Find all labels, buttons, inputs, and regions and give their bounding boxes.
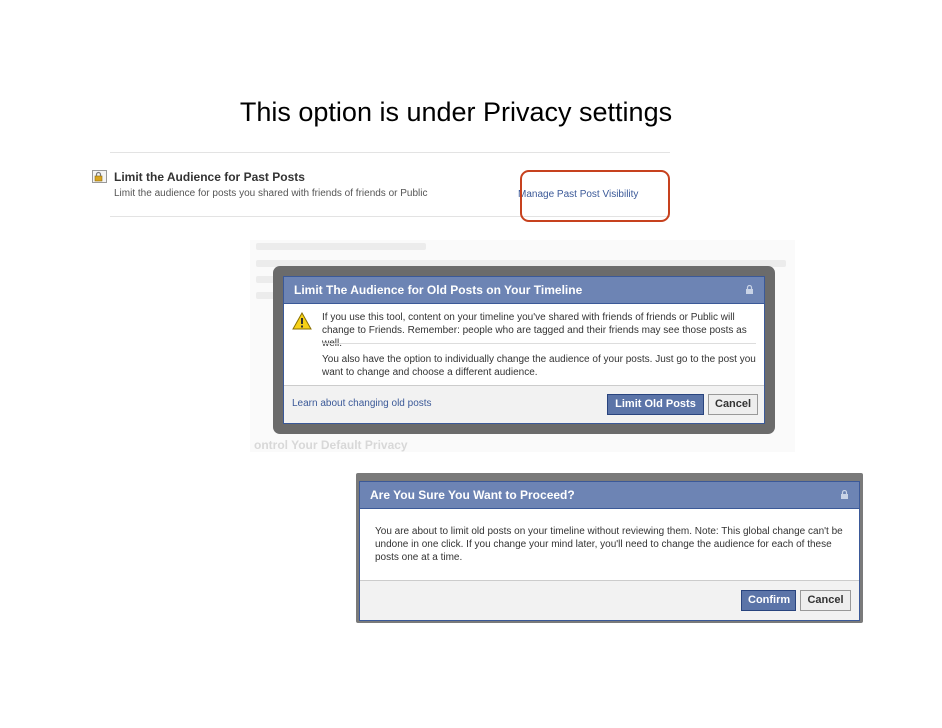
highlight-annotation xyxy=(520,170,670,222)
dialog-footer: Confirm Cancel xyxy=(360,580,859,620)
warning-icon xyxy=(292,312,312,330)
cancel-button[interactable]: Cancel xyxy=(708,394,758,415)
text-line: If you use this tool, content on your ti… xyxy=(322,312,735,323)
faded-section-heading: ontrol Your Default Privacy xyxy=(254,438,408,452)
text-line: You also have the option to individually… xyxy=(322,354,756,365)
confirm-dialog: Are You Sure You Want to Proceed? You ar… xyxy=(359,481,860,621)
lock-icon xyxy=(92,170,107,183)
lock-icon xyxy=(841,490,848,499)
confirm-button[interactable]: Confirm xyxy=(741,590,796,611)
row-subtitle: Limit the audience for posts you shared … xyxy=(114,188,428,199)
text-line: want to change and choose a different au… xyxy=(322,367,538,378)
divider xyxy=(110,152,670,153)
dialog-footer: Learn about changing old posts Limit Old… xyxy=(284,385,764,423)
slide-title: This option is under Privacy settings xyxy=(239,97,673,127)
confirm-text: You are about to limit old posts on your… xyxy=(375,525,855,564)
lock-icon xyxy=(746,285,753,294)
dialog-header: Are You Sure You Want to Proceed? xyxy=(360,482,859,509)
dialog-title: Limit The Audience for Old Posts on Your… xyxy=(294,283,583,297)
limit-old-posts-dialog: Limit The Audience for Old Posts on Your… xyxy=(283,276,765,424)
warning-text: If you use this tool, content on your ti… xyxy=(322,311,762,350)
dialog-header: Limit The Audience for Old Posts on Your… xyxy=(284,277,764,304)
limit-old-posts-button[interactable]: Limit Old Posts xyxy=(607,394,704,415)
info-text: You also have the option to individually… xyxy=(322,353,762,379)
faded-heading xyxy=(256,243,426,250)
text-line: You are about to limit old posts on your… xyxy=(375,526,843,537)
learn-about-changing-old-posts-link[interactable]: Learn about changing old posts xyxy=(292,398,432,409)
text-line: change to Friends. Remember: people who … xyxy=(322,325,747,349)
divider xyxy=(322,343,756,344)
cancel-button[interactable]: Cancel xyxy=(800,590,851,611)
text-line: posts one at a time. xyxy=(375,552,463,563)
text-line: undone in one click. If you change your … xyxy=(375,539,832,550)
dialog-title: Are You Sure You Want to Proceed? xyxy=(370,488,575,502)
row-title: Limit the Audience for Past Posts xyxy=(114,170,305,184)
